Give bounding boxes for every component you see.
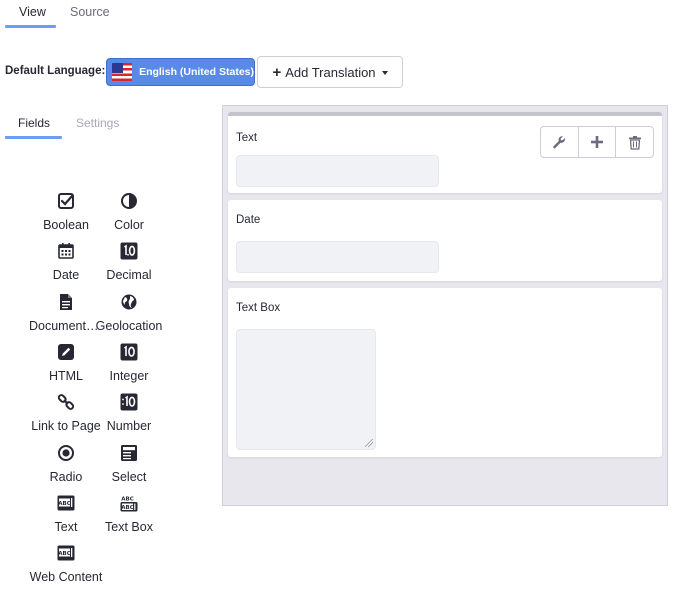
- form-field-text-box[interactable]: Text Box: [228, 288, 662, 457]
- field-geolocation[interactable]: Geolocation: [96, 293, 162, 337]
- caret-down-icon: [381, 71, 388, 75]
- link-icon: [57, 393, 75, 411]
- field-text[interactable]: ABC Text: [33, 494, 99, 538]
- field-select[interactable]: Select: [96, 444, 162, 488]
- field-number[interactable]: Number: [96, 393, 162, 437]
- field-label: Geolocation: [95, 319, 163, 333]
- resize-handle[interactable]: [365, 439, 373, 447]
- field-label: Decimal: [106, 268, 152, 282]
- globe-icon: [120, 293, 138, 311]
- field-integer[interactable]: Integer: [96, 343, 162, 387]
- field-decimal[interactable]: Decimal: [96, 242, 162, 286]
- field-label: Color: [114, 218, 144, 232]
- add-translation-label: Add Translation: [285, 64, 376, 80]
- us-flag-icon: [112, 63, 133, 81]
- pencil-icon: [57, 343, 75, 361]
- form-builder-canvas: Text Date Text Box: [222, 105, 668, 506]
- field-web-content[interactable]: ABC Web Content: [30, 544, 102, 588]
- tab-fields[interactable]: Fields: [18, 116, 50, 130]
- calendar-icon: [57, 242, 75, 260]
- form-field-date[interactable]: Date: [228, 200, 662, 281]
- checkbox-icon: [57, 192, 75, 210]
- document-icon: [57, 293, 75, 311]
- svg-text:ABC: ABC: [121, 505, 134, 511]
- web-content-icon: ABC: [57, 544, 75, 562]
- tab-source[interactable]: Source: [70, 5, 110, 19]
- svg-text:ABC: ABC: [58, 501, 71, 507]
- text-input[interactable]: [236, 155, 439, 187]
- tab-settings[interactable]: Settings: [76, 116, 119, 130]
- field-documents-and-media[interactable]: Documents and Media: [29, 293, 103, 337]
- form-field-label: Text: [236, 132, 258, 144]
- tab-view-indicator: [5, 25, 56, 28]
- field-date[interactable]: Date: [33, 242, 99, 286]
- field-boolean[interactable]: Boolean: [33, 192, 99, 236]
- field-html[interactable]: HTML: [33, 343, 99, 387]
- plus-icon: [590, 135, 604, 149]
- radio-icon: [57, 444, 75, 462]
- default-language-label: Default Language:: [5, 65, 106, 77]
- form-field-text[interactable]: Text: [228, 112, 662, 193]
- svg-text:ABC: ABC: [121, 497, 134, 503]
- add-translation-button[interactable]: + Add Translation: [257, 56, 403, 88]
- textbox-icon: ABC ABC: [120, 494, 138, 512]
- text-icon: ABC: [57, 494, 75, 512]
- field-link-to-page[interactable]: Link to Page: [31, 393, 101, 437]
- form-field-label: Text Box: [236, 302, 281, 314]
- wrench-icon: [552, 135, 566, 149]
- field-radio[interactable]: Radio: [33, 444, 99, 488]
- delete-field-button[interactable]: [616, 127, 653, 157]
- default-language-value: English (United States): [139, 66, 254, 78]
- field-label: Web Content: [29, 570, 103, 584]
- field-toolbar: [540, 126, 654, 158]
- plus-icon: +: [272, 63, 282, 81]
- top-tabs: View Source: [0, 0, 674, 28]
- decimal-icon: [120, 242, 138, 260]
- text-box-input[interactable]: [236, 329, 376, 450]
- select-icon: [120, 444, 138, 462]
- tab-view[interactable]: View: [19, 5, 46, 19]
- field-label: Text Box: [105, 520, 153, 534]
- field-label: Select: [111, 470, 147, 484]
- date-input[interactable]: [236, 241, 439, 273]
- field-text-box[interactable]: ABC ABC Text Box: [96, 494, 162, 538]
- tab-fields-indicator: [5, 136, 62, 139]
- field-label: Number: [106, 419, 152, 433]
- form-field-label: Date: [236, 214, 261, 226]
- field-label: Integer: [109, 369, 149, 383]
- trash-icon: [628, 135, 642, 150]
- contrast-icon: [120, 192, 138, 210]
- svg-text:ABC: ABC: [58, 551, 71, 557]
- add-field-button[interactable]: [579, 127, 617, 157]
- settings-button[interactable]: [541, 127, 579, 157]
- default-language-button[interactable]: English (United States): [106, 58, 255, 86]
- number-icon: [120, 393, 138, 411]
- integer-icon: [120, 343, 138, 361]
- field-color[interactable]: Color: [96, 192, 162, 236]
